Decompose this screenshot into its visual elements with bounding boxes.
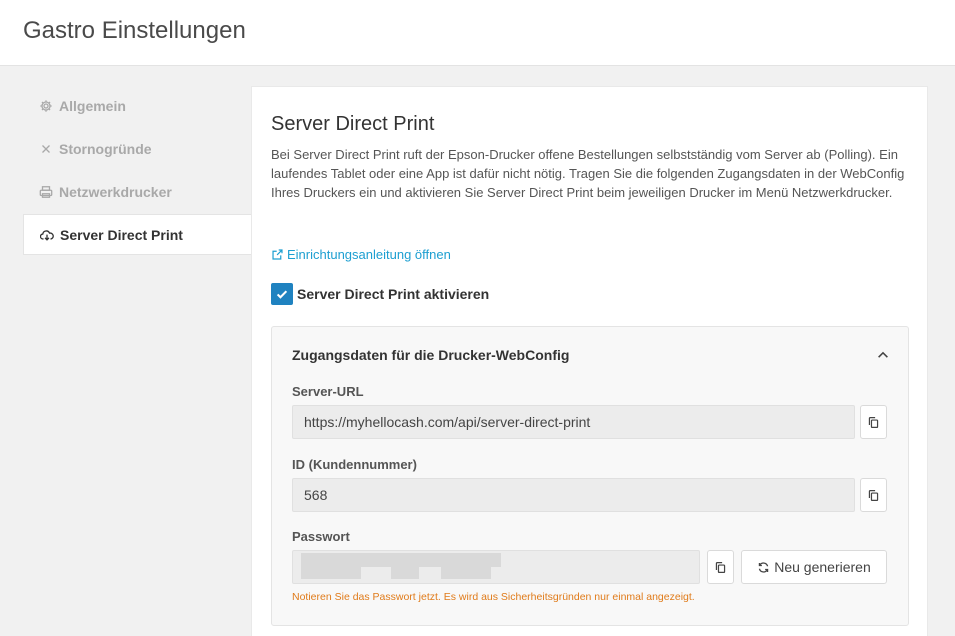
page-title: Gastro Einstellungen — [23, 17, 246, 44]
regenerate-button-label: Neu generieren — [774, 559, 871, 575]
sidebar-item-label: Netzwerkdrucker — [59, 183, 172, 200]
server-url-field[interactable]: https://myhellocash.com/api/server-direc… — [292, 405, 855, 439]
close-icon — [38, 141, 54, 157]
copy-password-button[interactable] — [707, 550, 734, 584]
copy-server-url-button[interactable] — [860, 405, 887, 439]
copy-id-button[interactable] — [860, 478, 887, 512]
section-description: Bei Server Direct Print ruft der Epson-D… — [271, 147, 905, 200]
section-title: Server Direct Print — [271, 113, 435, 135]
sidebar-item-label: Server Direct Print — [60, 226, 183, 243]
password-redaction — [391, 567, 419, 579]
refresh-icon — [759, 561, 769, 573]
checkmark-icon — [276, 290, 288, 299]
password-warning-text: Notieren Sie das Passwort jetzt. Es wird… — [292, 591, 695, 603]
setup-guide-link-label: Einrichtungsanleitung öffnen — [287, 247, 451, 262]
credentials-accordion-title[interactable]: Zugangsdaten für die Drucker-WebConfig — [292, 347, 569, 363]
password-redaction — [301, 567, 361, 579]
sidebar-item-label: Stornogründe — [59, 140, 152, 157]
gear-icon — [38, 98, 54, 114]
id-field[interactable]: 568 — [292, 478, 855, 512]
activate-server-direct-print[interactable]: Server Direct Print aktivieren — [271, 283, 489, 305]
password-redaction — [441, 567, 491, 579]
chevron-up-icon[interactable] — [876, 348, 890, 362]
external-link-icon — [272, 249, 283, 260]
password-label: Passwort — [292, 529, 350, 544]
credentials-accordion: Zugangsdaten für die Drucker-WebConfig S… — [271, 326, 909, 626]
top-bar: Gastro Einstellungen — [0, 0, 955, 66]
password-redaction — [301, 553, 501, 567]
copy-icon — [868, 489, 879, 501]
sidebar-item-allgemein[interactable]: Allgemein — [23, 85, 251, 126]
copy-icon — [868, 416, 879, 428]
id-label: ID (Kundennummer) — [292, 457, 417, 472]
cloud-download-icon — [39, 227, 55, 243]
sidebar-item-label: Allgemein — [59, 97, 126, 114]
activate-checkbox-label: Server Direct Print aktivieren — [297, 286, 490, 302]
activate-checkbox[interactable] — [271, 283, 293, 305]
password-field[interactable] — [292, 550, 700, 584]
sidebar-item-server-direct-print[interactable]: Server Direct Print — [23, 214, 251, 255]
copy-icon — [715, 561, 726, 573]
server-url-label: Server-URL — [292, 384, 364, 399]
regenerate-password-button[interactable]: Neu generieren — [741, 550, 887, 584]
settings-sidebar: Allgemein Stornogründe Netzwerkdrucker S… — [23, 85, 251, 257]
setup-guide-link[interactable]: Einrichtungsanleitung öffnen — [271, 247, 451, 262]
sidebar-item-stornogruende[interactable]: Stornogründe — [23, 128, 251, 169]
server-direct-print-panel: Server Direct Print Bei Server Direct Pr… — [251, 86, 928, 636]
printer-icon — [38, 184, 54, 200]
sidebar-item-netzwerkdrucker[interactable]: Netzwerkdrucker — [23, 171, 251, 212]
